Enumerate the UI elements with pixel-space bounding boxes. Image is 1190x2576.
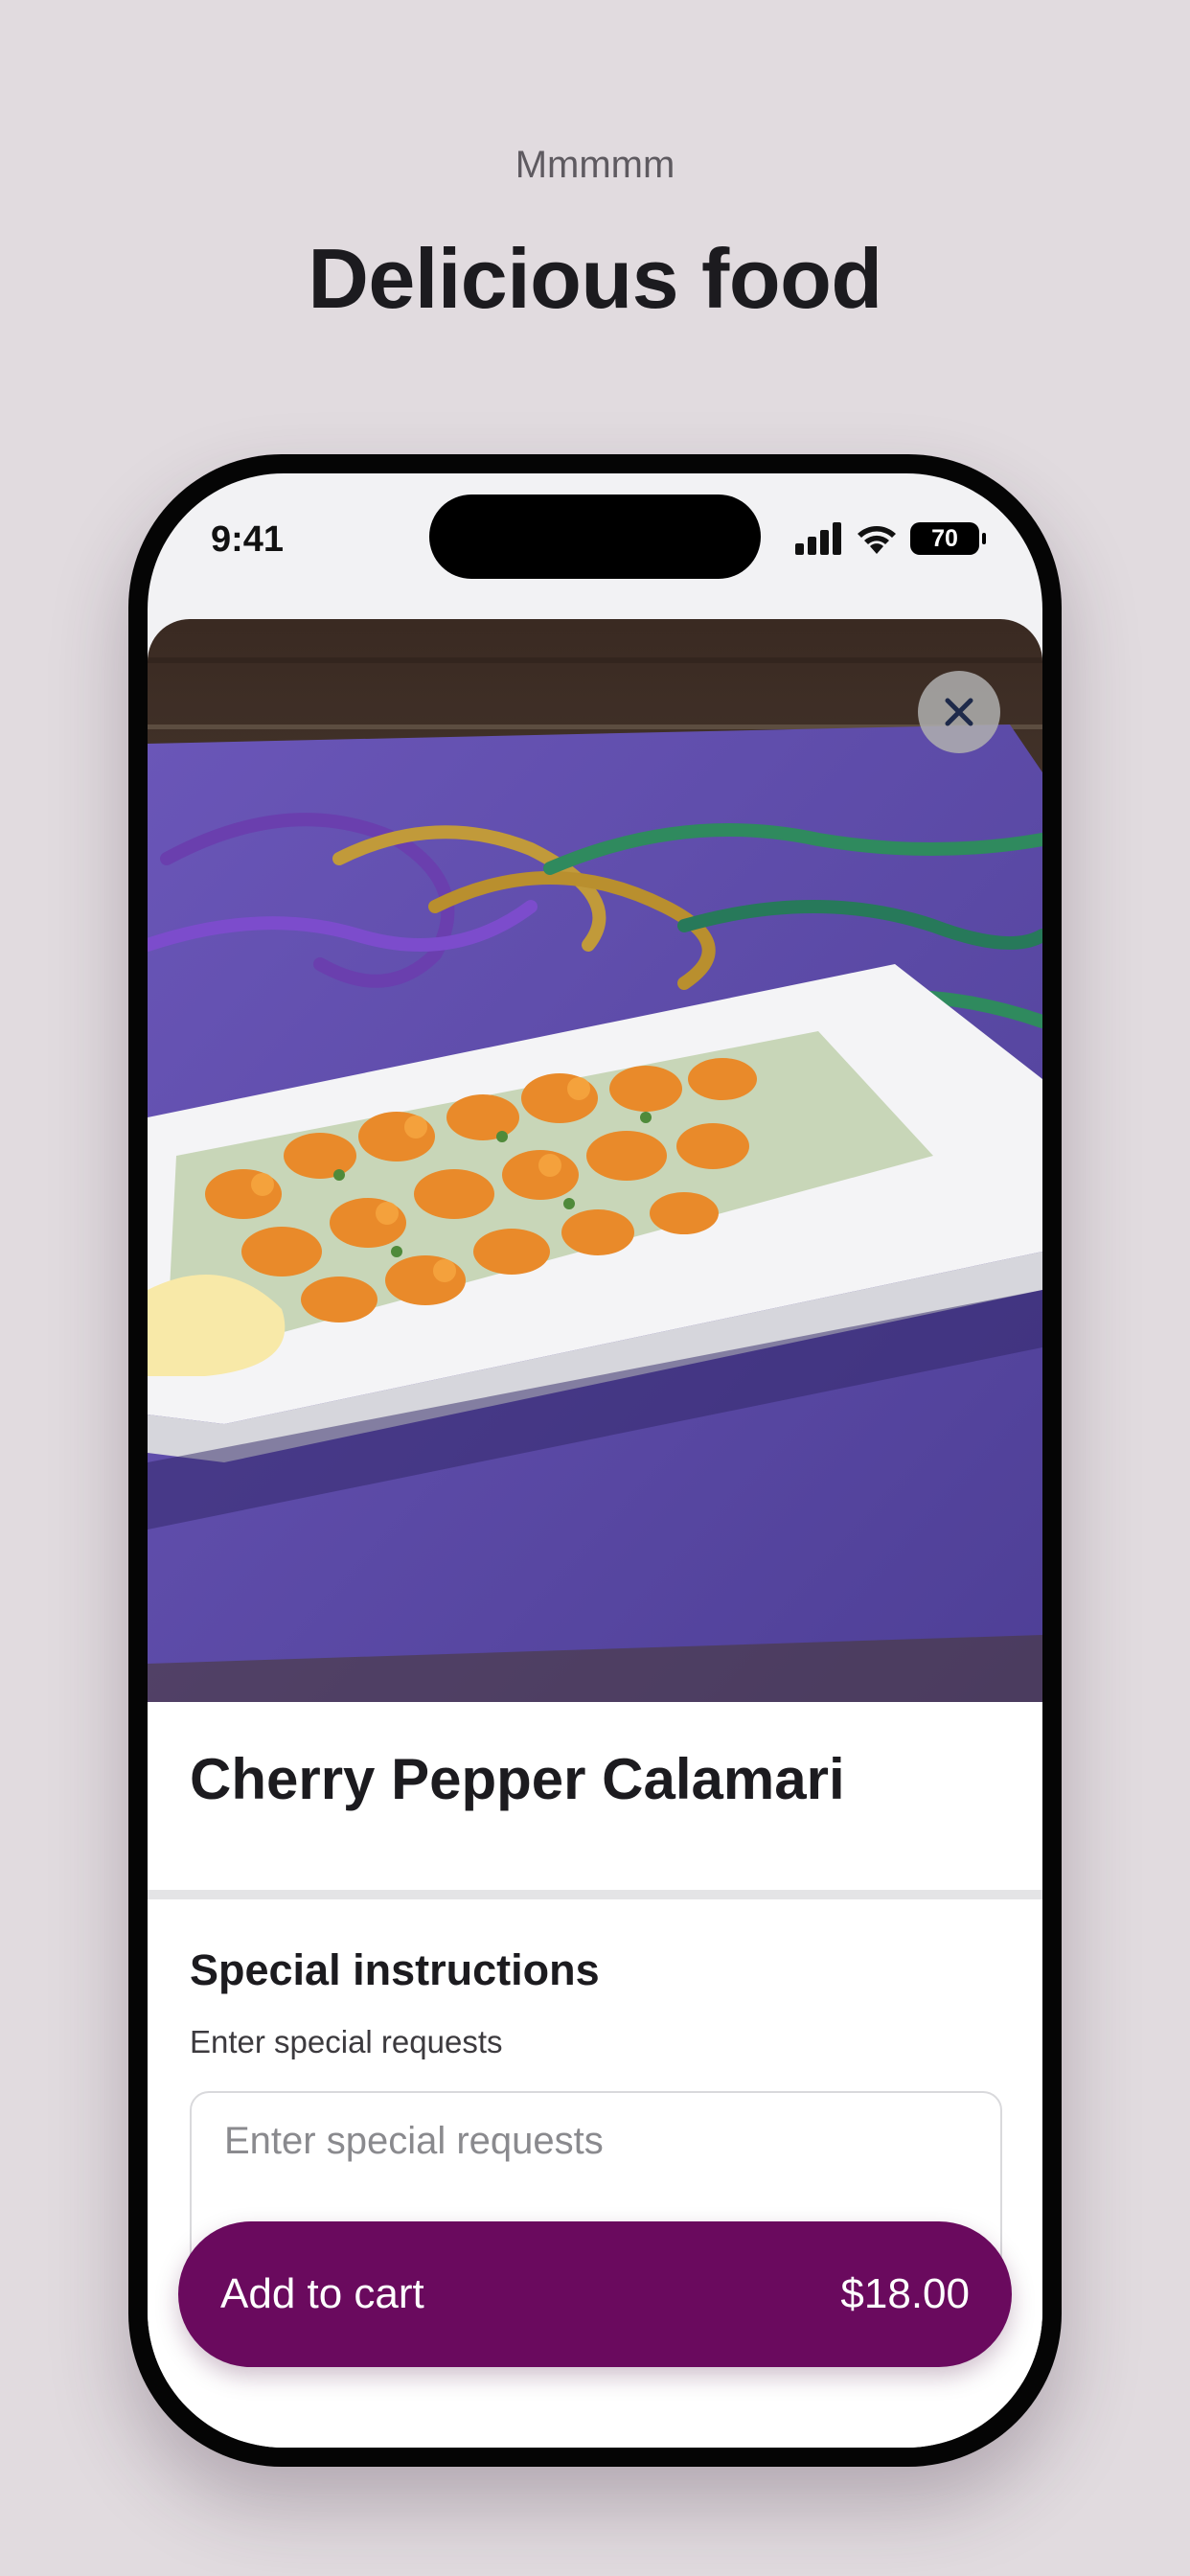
add-to-cart-button[interactable]: Add to cart $18.00 <box>178 2221 1012 2367</box>
item-detail-sheet: Cherry Pepper Calamari Special instructi… <box>148 619 1042 2448</box>
page-headline: Delicious food <box>308 231 882 326</box>
dynamic-island <box>429 494 761 579</box>
add-to-cart-label: Add to cart <box>220 2270 424 2317</box>
close-button[interactable] <box>918 671 1000 753</box>
item-title: Cherry Pepper Calamari <box>190 1747 845 1811</box>
status-icons: 70 <box>795 521 986 556</box>
special-instructions-title: Special instructions <box>190 1945 600 1994</box>
phone-screen: 9:41 70 Cherry Pepper Calamari Special i… <box>148 473 1042 2448</box>
cart-price: $18.00 <box>840 2270 970 2317</box>
section-divider <box>148 1890 1042 1899</box>
special-instructions-subtitle: Enter special requests <box>190 2024 503 2059</box>
wifi-icon <box>858 526 896 554</box>
battery-icon: 70 <box>910 522 986 555</box>
food-photo <box>148 619 1042 1702</box>
close-icon <box>945 698 973 726</box>
eyebrow-text: Mmmmm <box>515 144 675 186</box>
cellular-signal-icon <box>795 522 841 555</box>
phone-frame: 9:41 70 Cherry Pepper Calamari Special i… <box>128 454 1062 2467</box>
status-time: 9:41 <box>211 519 285 560</box>
